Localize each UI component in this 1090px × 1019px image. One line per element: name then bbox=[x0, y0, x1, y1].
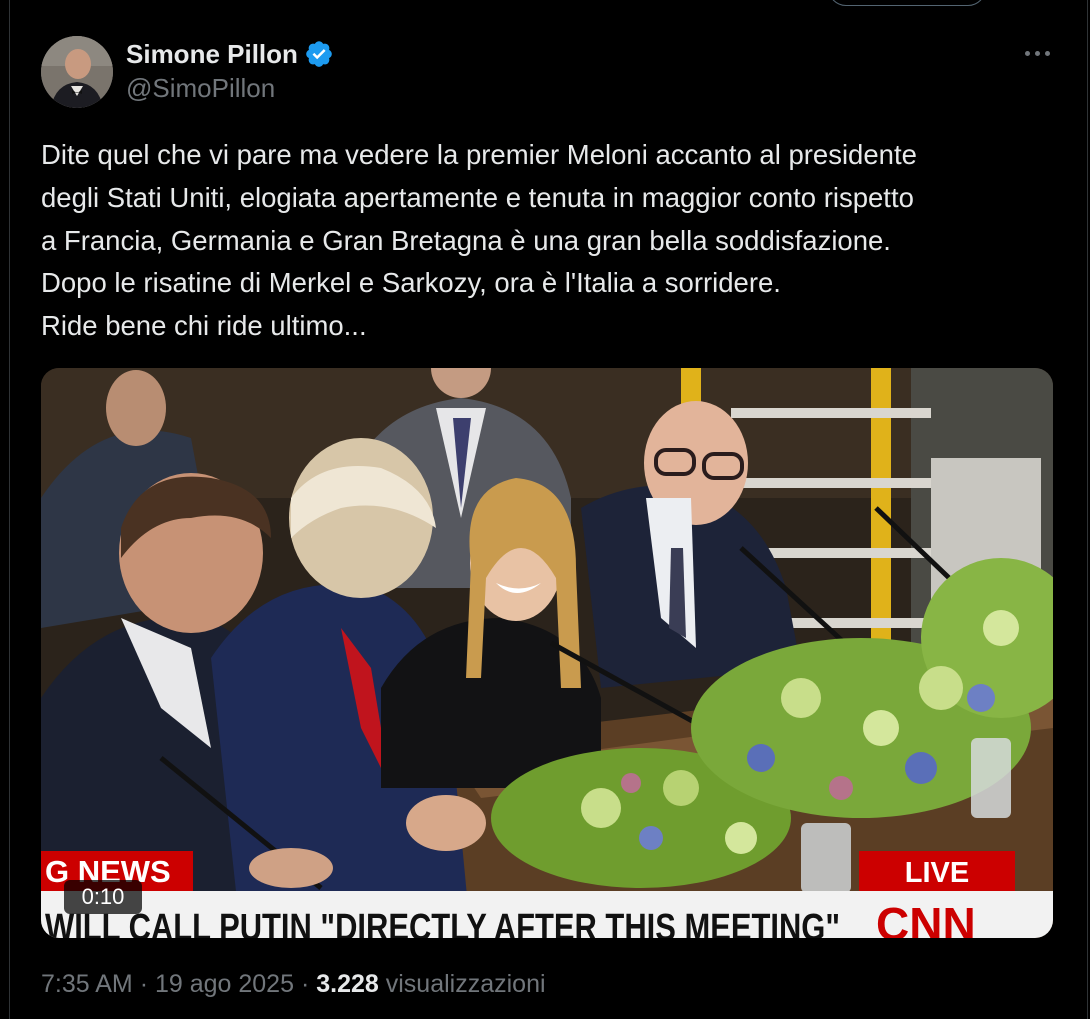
top-button-edge[interactable] bbox=[828, 0, 986, 6]
tweet-time[interactable]: 7:35 AM bbox=[41, 970, 133, 998]
author-row: Simone Pillon bbox=[126, 37, 334, 71]
views-label: visualizzazioni bbox=[385, 970, 546, 998]
tweet-text: Dite quel che vi pare ma vedere la premi… bbox=[41, 134, 1071, 348]
ticker-text: WILL CALL PUTIN "DIRECTLY AFTER THIS MEE… bbox=[45, 907, 840, 938]
more-horizontal-icon[interactable] bbox=[1018, 38, 1056, 68]
tweet-meta: 7:35 AM · 19 ago 2025 · 3.228 visualizza… bbox=[41, 970, 546, 999]
author-handle[interactable]: @SimoPillon bbox=[126, 73, 275, 104]
views-count: 3.228 bbox=[316, 970, 379, 998]
live-label: LIVE bbox=[905, 857, 969, 889]
meta-separator: · bbox=[300, 970, 310, 998]
timeline-border-left bbox=[9, 0, 10, 1019]
meta-separator: · bbox=[139, 970, 149, 998]
video-duration: 0:10 bbox=[64, 880, 142, 914]
tweet-line: a Francia, Germania e Gran Bretagna è un… bbox=[41, 224, 891, 256]
cnn-logo: CNN bbox=[876, 898, 976, 938]
author-name[interactable]: Simone Pillon bbox=[126, 39, 298, 70]
timeline-border-right bbox=[1087, 0, 1088, 1019]
video-player[interactable]: G NEWS LIVE WILL CALL PUTIN "DIRECTLY AF… bbox=[41, 368, 1053, 938]
tweet-line: Dopo le risatine di Merkel e Sarkozy, or… bbox=[41, 267, 781, 299]
tweet-line: degli Stati Uniti, elogiata apertamente … bbox=[41, 181, 914, 213]
tweet-line: Ride bene chi ride ultimo... bbox=[41, 310, 367, 342]
tweet-date[interactable]: 19 ago 2025 bbox=[155, 970, 294, 998]
avatar[interactable] bbox=[41, 36, 113, 108]
verified-badge-icon bbox=[304, 39, 334, 69]
video-frame: G NEWS LIVE WILL CALL PUTIN "DIRECTLY AF… bbox=[41, 368, 1053, 938]
tweet-line: Dite quel che vi pare ma vedere la premi… bbox=[41, 139, 917, 170]
